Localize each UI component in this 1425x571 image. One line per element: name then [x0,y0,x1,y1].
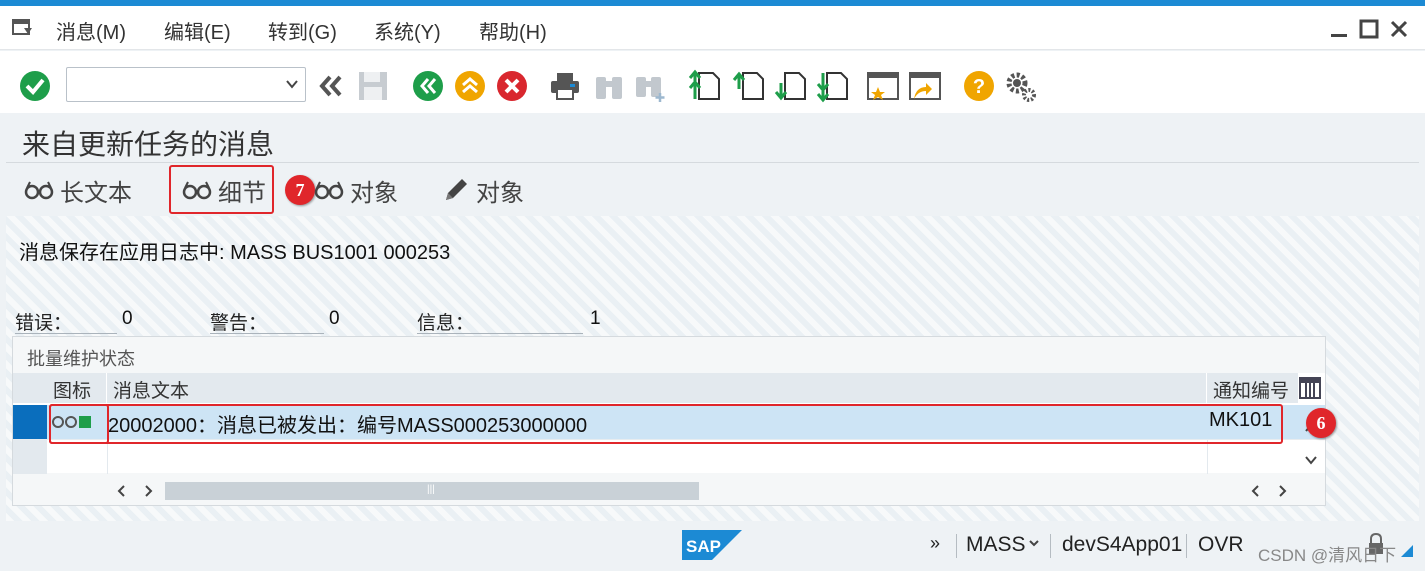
settings-icon[interactable] [1004,69,1038,103]
status-bar: SAP » MASS devS4App01 OVR CSDN @清风日下 [0,522,1425,571]
shortcut-icon[interactable] [908,69,942,103]
cancel-icon[interactable] [495,69,529,103]
glasses-icon [314,181,344,200]
collapse-icon[interactable] [314,69,348,103]
title-bar: 来自更新任务的消息 [6,113,1419,163]
display-object-button[interactable]: 对象 [314,174,398,207]
scroll-right-icon[interactable] [141,484,155,498]
exit-icon[interactable] [453,69,487,103]
info-count: 1 [590,308,601,329]
warning-count: 0 [329,308,340,329]
panel-title: 批量维护状态 [27,349,135,369]
display-object-label: 对象 [350,179,398,207]
maximize-icon[interactable] [1358,18,1380,40]
menu-goto[interactable]: 转到(G) [268,16,337,45]
previous-page-icon[interactable] [731,69,765,103]
transaction-code: MASS [966,533,1026,556]
icon-highlight-box [49,404,109,444]
mass-maintenance-panel: 批量维护状态 图标 消息文本 通知编号 20002000：消息已被发出：编号MA… [12,336,1336,506]
chevron-down-icon[interactable] [1028,538,1040,548]
select-all-cell[interactable] [13,373,47,403]
new-session-icon[interactable] [866,69,900,103]
error-count: 0 [122,308,133,329]
content-area: 消息保存在应用日志中: MASS BUS1001 000253 错误： 0 警告… [6,216,1419,521]
menu-system[interactable]: 系统(Y) [374,16,441,45]
find-icon[interactable] [592,69,626,103]
column-header-notification-number[interactable]: 通知编号 [1207,373,1299,403]
standard-toolbar: ? [0,51,1425,113]
edit-object-label: 对象 [476,179,524,207]
log-message: 消息保存在应用日志中: MASS BUS1001 000253 [19,242,451,264]
row-selector[interactable] [13,440,47,474]
command-dropdown-icon[interactable] [285,77,299,91]
step-badge-6: 6 [1306,408,1336,438]
find-next-icon[interactable] [634,69,668,103]
column-settings-icon[interactable] [1299,377,1321,399]
print-icon[interactable] [548,69,582,103]
error-label: 错误： [15,308,117,334]
scrollbar-thumb[interactable]: ||| [165,482,699,500]
status-expand-icon[interactable]: » [930,533,940,554]
last-page-icon[interactable] [815,69,849,103]
minimize-icon[interactable] [1328,18,1350,40]
resize-grip-icon[interactable] [1400,544,1414,558]
step-badge-7: 7 [285,175,315,205]
menu-edit[interactable]: 编辑(E) [164,16,231,45]
svg-text:?: ? [973,76,985,98]
scroll-right-icon[interactable] [1275,484,1289,498]
row-highlight-box [49,404,1283,444]
first-page-icon[interactable] [687,69,721,103]
menu-bar: 消息(M) 编辑(E) 转到(G) 系统(Y) 帮助(H) [0,6,1425,50]
pencil-icon [446,179,467,200]
command-field[interactable] [66,67,306,102]
empty-table-row [13,439,1325,474]
horizontal-scrollbar[interactable]: ||| [109,481,1309,500]
menu-help[interactable]: 帮助(H) [479,16,547,45]
sap-logo-icon: SAP [682,530,742,560]
long-text-label: 长文本 [60,179,132,207]
column-header-icon[interactable]: 图标 [47,373,107,403]
help-icon[interactable]: ? [962,69,996,103]
csdn-watermark: CSDN @清风日下 [1258,546,1397,565]
warning-label: 警告： [210,308,324,334]
menu-message[interactable]: 消息(M) [56,16,126,45]
details-highlight-box [169,165,274,214]
svg-text:SAP: SAP [686,537,721,556]
page-title: 来自更新任务的消息 [22,129,275,160]
close-icon[interactable] [1388,18,1410,40]
back-icon[interactable] [411,69,445,103]
next-page-icon[interactable] [773,69,807,103]
column-divider [1207,440,1208,474]
scroll-left-icon[interactable] [115,484,129,498]
edit-object-button[interactable]: 对象 [442,174,524,207]
scroll-left-icon[interactable] [1249,484,1263,498]
info-label: 信息： [417,308,583,334]
save-icon[interactable] [356,69,390,103]
column-divider [107,440,108,474]
menu-toggle-icon[interactable] [12,19,34,37]
application-toolbar: 长文本 细节 7 对象 对象 [6,164,1419,216]
scroll-down-icon[interactable] [1303,453,1319,467]
enter-icon[interactable] [18,69,52,103]
long-text-button[interactable]: 长文本 [24,174,132,207]
glasses-icon [24,181,54,200]
column-header-message-text[interactable]: 消息文本 [107,373,1207,403]
insert-mode: OVR [1198,533,1244,556]
row-selector[interactable] [13,405,47,439]
system-server: devS4App01 [1062,533,1183,556]
